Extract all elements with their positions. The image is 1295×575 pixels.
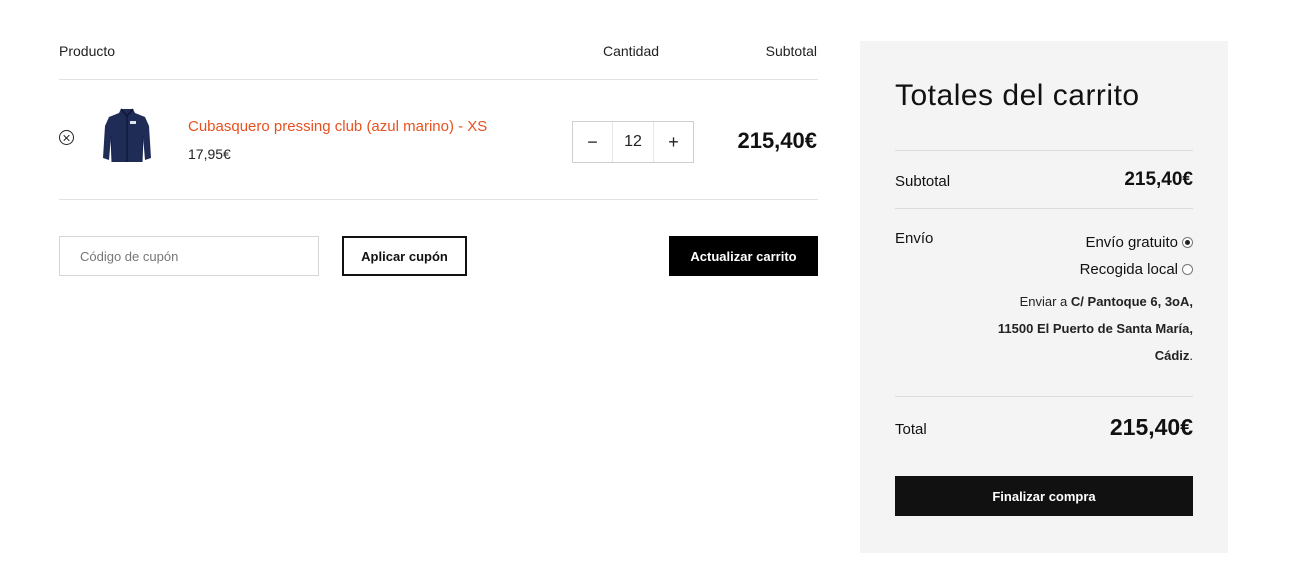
- apply-coupon-button[interactable]: Aplicar cupón: [342, 236, 467, 276]
- subtotal-value: 215,40€: [1124, 169, 1193, 190]
- cart-totals-panel: Totales del carrito Subtotal 215,40€ Env…: [860, 41, 1228, 553]
- header-quantity: Cantidad: [603, 43, 660, 59]
- checkout-button[interactable]: Finalizar compra: [895, 476, 1193, 516]
- cart-table: Producto Cantidad Subtotal Cubasquero pr…: [59, 0, 818, 320]
- item-subtotal: 215,40€: [737, 128, 817, 153]
- ship-to-prefix: Enviar a: [1019, 294, 1068, 309]
- total-label: Total: [895, 421, 927, 438]
- quantity-stepper: − +: [572, 121, 694, 163]
- totals-total-row: Total 215,40€: [895, 396, 1193, 476]
- cart-table-header: Producto Cantidad Subtotal: [59, 0, 818, 80]
- quantity-input[interactable]: [613, 122, 653, 162]
- coupon-code-input[interactable]: [59, 236, 319, 276]
- ship-to-suffix: .: [1189, 348, 1193, 363]
- shipping-address: Enviar a C/ Pantoque 6, 3oA, 11500 El Pu…: [983, 288, 1193, 369]
- radio-unselected-icon[interactable]: [1182, 264, 1193, 275]
- remove-item-icon[interactable]: [59, 130, 74, 145]
- navy-jacket-icon: [103, 108, 151, 163]
- update-cart-button[interactable]: Actualizar carrito: [669, 236, 818, 276]
- quantity-increase-button[interactable]: +: [653, 122, 693, 162]
- header-subtotal: Subtotal: [765, 43, 817, 59]
- cart-actions: Aplicar cupón Actualizar carrito: [59, 200, 818, 320]
- product-thumbnail[interactable]: [101, 106, 153, 164]
- radio-selected-icon[interactable]: [1182, 237, 1193, 248]
- totals-subtotal-row: Subtotal 215,40€: [895, 150, 1193, 208]
- quantity-decrease-button[interactable]: −: [573, 122, 613, 162]
- product-unit-price: 17,95€: [188, 146, 231, 162]
- header-product: Producto: [59, 43, 116, 59]
- shipping-option-pickup-label: Recogida local: [1079, 261, 1178, 278]
- subtotal-label: Subtotal: [895, 173, 951, 190]
- total-value: 215,40€: [1109, 414, 1193, 440]
- cart-totals-title: Totales del carrito: [895, 79, 1140, 112]
- shipping-label: Envío: [895, 230, 934, 247]
- shipping-option-free[interactable]: Envío gratuito: [1085, 234, 1193, 251]
- product-name-link[interactable]: Cubasquero pressing club (azul marino) -…: [188, 118, 487, 135]
- shipping-option-pickup[interactable]: Recogida local: [1080, 261, 1193, 278]
- shipping-option-free-label: Envío gratuito: [1085, 234, 1178, 251]
- totals-shipping-row: Envío Envío gratuito Recogida local Envi…: [895, 208, 1193, 396]
- cart-item-row: Cubasquero pressing club (azul marino) -…: [59, 80, 818, 200]
